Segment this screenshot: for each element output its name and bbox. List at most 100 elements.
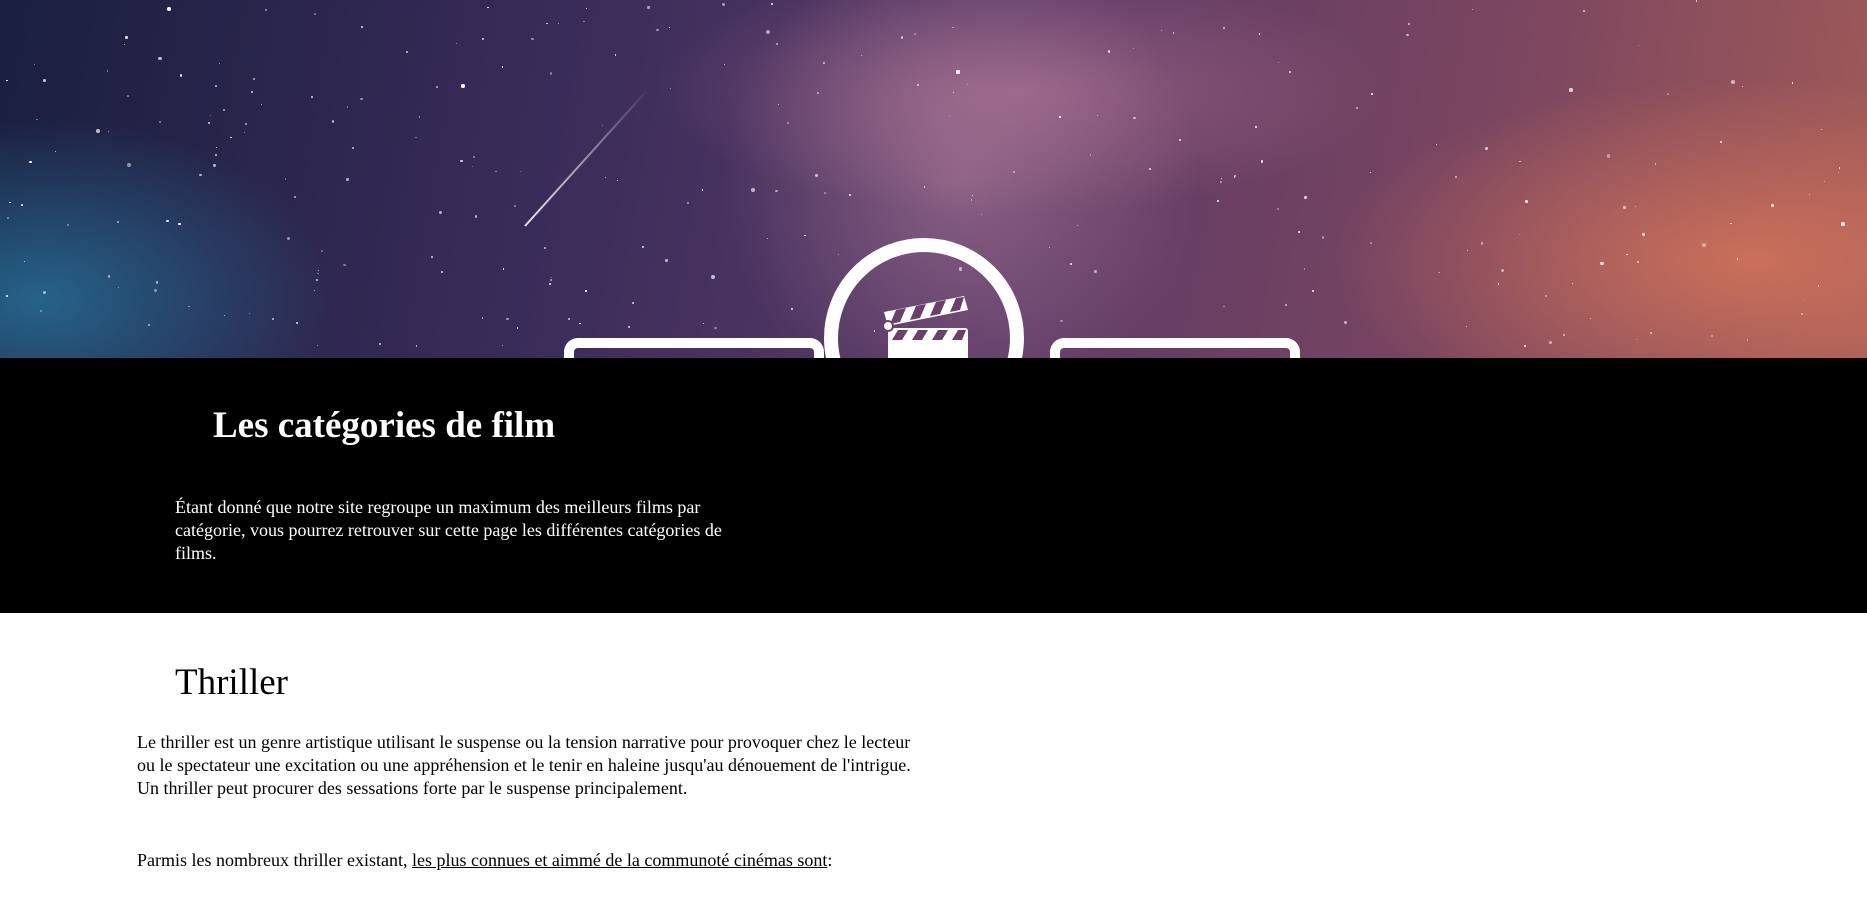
star [215, 154, 217, 156]
star [378, 342, 382, 345]
star [543, 246, 546, 249]
star [154, 289, 157, 292]
star [313, 13, 316, 16]
star [252, 78, 255, 81]
star [67, 223, 70, 226]
hero-banner-image [0, 0, 1867, 358]
star [188, 305, 190, 308]
star [923, 186, 926, 188]
star [1465, 326, 1468, 328]
star [5, 294, 9, 298]
star [1220, 181, 1223, 183]
star [1606, 154, 1611, 158]
star [317, 269, 319, 271]
star [750, 188, 755, 192]
star [506, 317, 509, 320]
star [1258, 33, 1261, 36]
site-logo[interactable] [560, 238, 1305, 358]
star [1178, 138, 1181, 141]
star [1730, 80, 1735, 84]
star [1549, 341, 1552, 344]
star [1343, 320, 1348, 325]
star [776, 43, 779, 45]
star [1582, 10, 1586, 13]
star [431, 256, 433, 258]
star [701, 188, 704, 191]
star [1571, 282, 1574, 285]
star [316, 278, 319, 281]
star [722, 2, 726, 6]
star [1311, 290, 1315, 293]
star [1820, 128, 1823, 130]
star [117, 220, 119, 223]
star [245, 122, 248, 125]
star [1702, 243, 1706, 247]
star [6, 216, 9, 219]
star [96, 129, 100, 133]
star [1562, 333, 1565, 336]
star [1369, 172, 1371, 174]
star [668, 27, 670, 29]
star [848, 193, 851, 196]
star [1369, 241, 1372, 245]
star [1472, 8, 1474, 10]
thriller-description: Le thriller est un genre artistique util… [137, 732, 911, 798]
star [213, 164, 216, 167]
star [126, 95, 129, 98]
star [686, 201, 689, 204]
star [461, 84, 465, 88]
star [460, 159, 463, 162]
star [1371, 93, 1374, 96]
star [1635, 339, 1638, 341]
intro-banner: Les catégories de film Étant donné que n… [0, 358, 1867, 613]
star [439, 211, 443, 215]
star [1254, 125, 1257, 128]
star [1518, 234, 1521, 236]
star [216, 147, 218, 149]
star [55, 150, 57, 152]
star [166, 7, 171, 11]
star [550, 278, 553, 281]
star [106, 70, 108, 72]
star [1649, 331, 1652, 334]
star [655, 28, 659, 32]
star [311, 96, 313, 98]
star [970, 199, 973, 201]
star [502, 268, 505, 270]
star [260, 103, 262, 106]
star [1800, 312, 1803, 315]
star [1622, 205, 1626, 209]
star [1809, 194, 1811, 196]
star [272, 318, 275, 321]
star [647, 6, 650, 9]
star [1500, 268, 1505, 273]
star [1730, 223, 1732, 225]
star [166, 219, 169, 223]
star [456, 42, 458, 44]
star [1823, 181, 1825, 183]
star [1803, 299, 1805, 301]
star [900, 36, 904, 39]
star [9, 202, 11, 204]
star [1720, 141, 1723, 144]
star [775, 189, 778, 193]
star [243, 131, 246, 134]
logo-left-bar [564, 338, 824, 358]
section-title-thriller: Thriller [175, 662, 289, 703]
star [550, 276, 552, 279]
top-thriller-link[interactable]: les plus connues et aimmé de la communot… [412, 850, 827, 870]
star [495, 170, 498, 173]
star [1792, 82, 1794, 84]
star [1303, 195, 1307, 199]
star [1012, 170, 1015, 173]
star [1107, 50, 1111, 53]
star [1654, 162, 1657, 165]
star [1742, 86, 1744, 88]
star [1817, 285, 1820, 287]
star [1497, 283, 1500, 285]
star [860, 54, 862, 56]
star [29, 160, 32, 164]
star [1455, 175, 1458, 178]
star [222, 108, 225, 111]
star [1436, 143, 1438, 145]
